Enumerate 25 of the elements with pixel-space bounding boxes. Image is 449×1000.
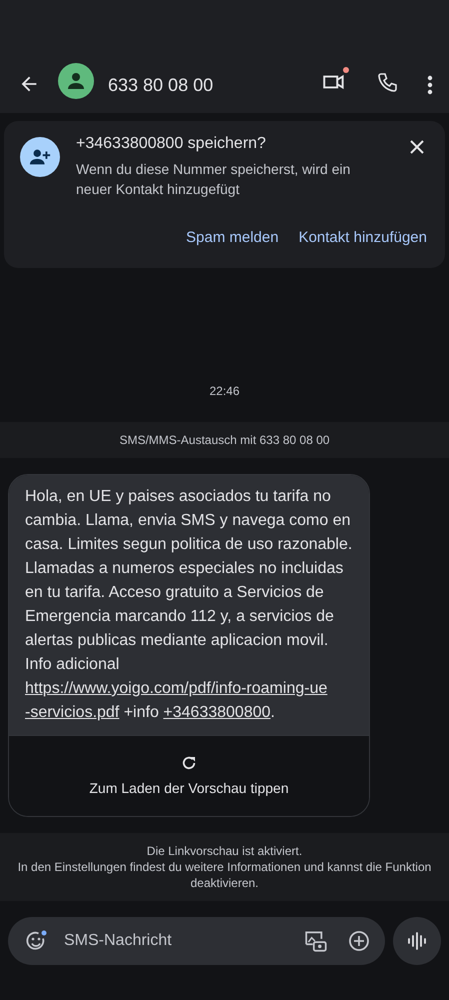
refresh-icon — [180, 754, 198, 772]
load-preview-button[interactable]: Zum Laden der Vorschau tippen — [9, 735, 369, 816]
voice-message-button[interactable] — [393, 917, 441, 965]
more-vertical-icon — [427, 75, 433, 95]
card-action-button[interactable]: Kontakt hinzufügen — [296, 225, 429, 250]
contact-number: 633 80 08 00 — [108, 74, 214, 97]
message-input-field[interactable]: SMS-Nachricht — [62, 931, 289, 951]
notification-dot — [343, 67, 349, 73]
exchange-notice: SMS/MMS-Austausch mit 633 80 08 00 — [0, 422, 449, 458]
close-icon — [409, 139, 425, 155]
link-preview-notice: Die Linkvorschau ist aktiviert. — [146, 843, 304, 859]
save-contact-title: +34633800800 speichern? — [76, 135, 267, 153]
link-preview-notice: In den Einstellungen findest du weitere Informationen und kannst die Funktion deaktivieren. — [16, 859, 432, 891]
save-contact-description: Wenn du diese Nummer speicherst, wird ein neuer Kontakt hinzugefügt — [76, 160, 352, 199]
message-link[interactable]: +34633800800 — [163, 704, 271, 721]
message-timestamp: 22:46 — [208, 384, 241, 398]
message-text: Hola, en UE y paises asociados tu tarifa no cambia. Llama, envia SMS y navega como en casa. Limites segun politica de uso razonable. Llamadas a numeros especiales no incluidas en tu tarifa. Acceso gratuito a Servicios de Emergencia marcando 112 y, a servicios de alertas publicas mediante aplicacion movil. Info adicional https://www.yoigo.com/pdf/info-roaming-ue -servicios.pdf +info +34633800800. — [9, 475, 369, 735]
compose-field[interactable]: SMS-Nachricht — [8, 917, 385, 965]
card-action-button[interactable]: Spam melden — [184, 225, 281, 250]
plus-circle-icon — [347, 929, 371, 953]
message-link[interactable]: -servicios.pdf — [25, 704, 120, 721]
contact-avatar[interactable] — [58, 63, 94, 99]
phone-icon — [375, 71, 399, 95]
message-link[interactable]: https://www.yoigo.com/pdf/info-roaming-ue — [25, 680, 328, 697]
waveform-icon — [406, 930, 428, 952]
